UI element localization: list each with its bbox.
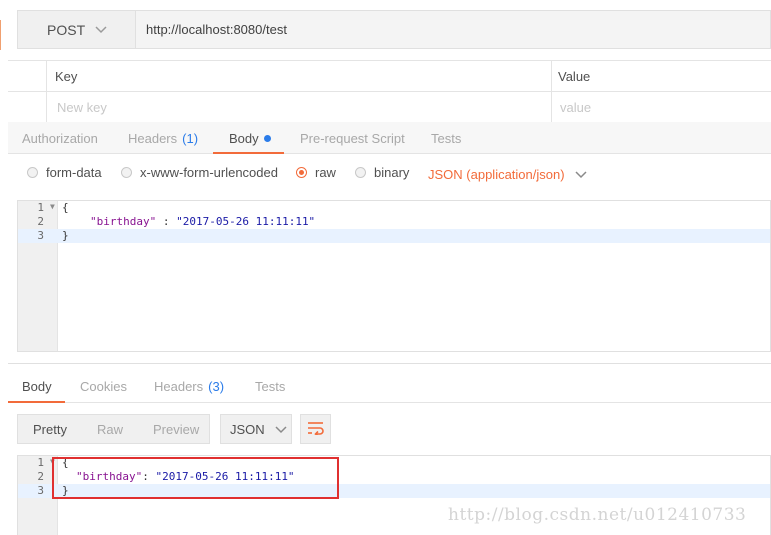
radio-urlencoded[interactable]: x-www-form-urlencoded (121, 165, 278, 180)
active-tab-indicator (213, 152, 284, 154)
line-number: 3 (37, 229, 44, 242)
radio-selected-icon (296, 167, 307, 178)
code-line: } (62, 229, 69, 242)
wrap-lines-icon (307, 421, 325, 438)
raw-button[interactable]: Raw (82, 415, 138, 443)
params-header-row: Key Value (8, 61, 771, 92)
radio-raw[interactable]: raw (296, 165, 336, 180)
left-accent-bar (0, 20, 4, 50)
active-tab-indicator (8, 401, 65, 403)
request-body-editor[interactable]: 1 ▼ 2 3 { "birthday" : "2017-05-26 11:11… (17, 200, 771, 352)
new-key-input[interactable]: New key (57, 92, 547, 122)
method-select[interactable]: POST (17, 10, 135, 49)
value-column-header: Value (558, 68, 591, 84)
tab-pre-request-script[interactable]: Pre-request Script (300, 122, 405, 154)
method-label: POST (47, 21, 86, 38)
headers-count: (1) (182, 130, 199, 146)
fold-arrow-icon[interactable]: ▼ (50, 202, 55, 211)
tab-tests[interactable]: Tests (431, 122, 461, 154)
chevron-down-icon (575, 168, 587, 182)
chevron-down-icon (95, 23, 107, 37)
new-value-input[interactable]: value (560, 92, 760, 122)
tab-authorization[interactable]: Authorization (22, 122, 98, 154)
url-text: http://localhost:8080/test (146, 22, 287, 37)
pretty-button[interactable]: Pretty (18, 415, 82, 443)
response-tab-body[interactable]: Body (22, 369, 52, 403)
response-tabs: Body Cookies Headers (3) Tests (8, 369, 771, 403)
wrap-lines-button[interactable] (300, 414, 331, 444)
request-tabs: Authorization Headers (1) Body Pre-reque… (8, 122, 771, 154)
response-tab-cookies[interactable]: Cookies (80, 369, 127, 403)
tab-headers[interactable]: Headers (1) (128, 122, 198, 154)
code-line: { (62, 201, 69, 214)
params-new-row: New key value (8, 92, 771, 123)
preview-button[interactable]: Preview (138, 415, 214, 443)
response-tab-tests[interactable]: Tests (255, 369, 285, 403)
response-separator (8, 363, 771, 364)
code-line: "birthday" : "2017-05-26 11:11:11" (90, 215, 316, 228)
view-mode-group: Pretty Raw Preview (17, 414, 210, 444)
tab-body[interactable]: Body (229, 122, 271, 154)
active-line-highlight (18, 229, 770, 243)
params-table: Key Value New key value (8, 60, 771, 123)
body-type-options: form-data x-www-form-urlencoded raw bina… (8, 155, 771, 195)
radio-circle-icon (121, 167, 132, 178)
watermark-text: http://blog.csdn.net/u012410733 (448, 505, 747, 525)
chevron-down-icon (275, 422, 287, 437)
body-modified-dot-icon (263, 134, 271, 142)
radio-circle-icon (355, 167, 366, 178)
line-number: 2 (37, 215, 44, 228)
format-select[interactable]: JSON (220, 414, 292, 444)
radio-form-data[interactable]: form-data (27, 165, 102, 180)
url-input[interactable]: http://localhost:8080/test (135, 10, 771, 49)
response-tab-headers[interactable]: Headers (3) (154, 369, 224, 403)
content-type-dropdown[interactable]: JSON (application/json) (428, 167, 587, 182)
radio-binary[interactable]: binary (355, 165, 409, 180)
response-headers-count: (3) (208, 378, 225, 394)
radio-circle-icon (27, 167, 38, 178)
key-column-header: Key (55, 68, 78, 84)
annotation-highlight-box (52, 457, 339, 499)
